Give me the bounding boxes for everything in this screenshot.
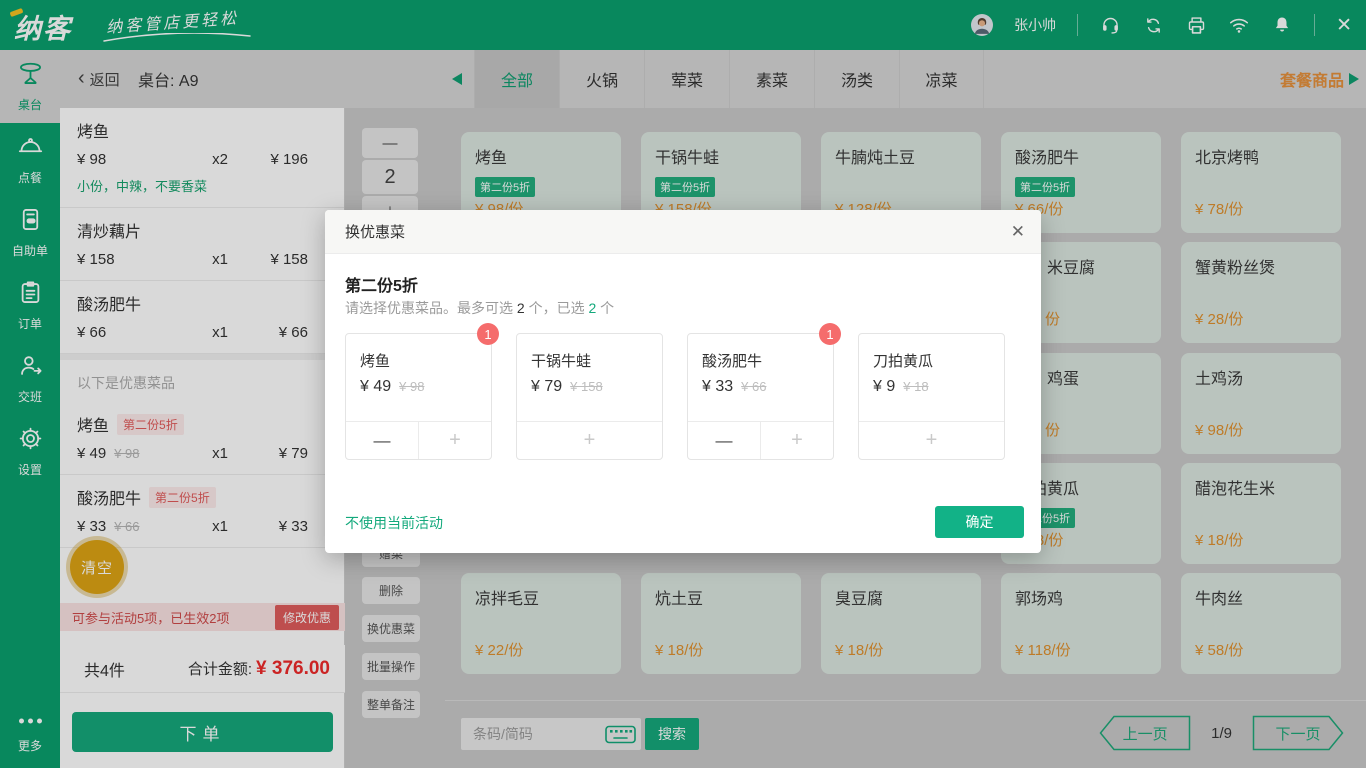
dish-price-row: ¥ 49 ¥ 98 xyxy=(360,378,424,396)
dish-discount-price: ¥ 49 xyxy=(360,378,391,396)
dish-stepper: —+ xyxy=(688,421,833,459)
dish-minus-button[interactable]: — xyxy=(688,422,760,459)
discount-dish-cards: 1烤鱼¥ 49¥ 98—+干锅牛蛙¥ 79¥ 158+1酸汤肥牛¥ 33¥ 66… xyxy=(345,333,1005,460)
desc-max-count: 2 xyxy=(517,300,525,316)
desc-prefix: 请选择优惠菜品。最多可选 xyxy=(345,300,517,316)
dish-name: 干锅牛蛙 xyxy=(531,350,591,371)
dish-price-row: ¥ 9 ¥ 18 xyxy=(873,378,929,396)
discount-dish-card[interactable]: 1烤鱼¥ 49¥ 98—+ xyxy=(345,333,492,460)
selected-count-badge: 1 xyxy=(477,323,499,345)
dish-name: 酸汤肥牛 xyxy=(702,350,762,371)
modal-title: 换优惠菜 xyxy=(345,221,405,242)
dish-stepper: —+ xyxy=(346,421,491,459)
desc-mid: 个，已选 xyxy=(525,300,589,316)
modal-header: 换优惠菜 ✕ xyxy=(325,210,1041,254)
dish-original-price: ¥ 66 xyxy=(741,379,766,394)
desc-suffix: 个 xyxy=(596,300,614,316)
dish-name: 刀拍黄瓜 xyxy=(873,350,933,371)
dish-discount-price: ¥ 9 xyxy=(873,378,895,396)
skip-activity-link[interactable]: 不使用当前活动 xyxy=(345,513,443,533)
discount-dish-card[interactable]: 1酸汤肥牛¥ 33¥ 66—+ xyxy=(687,333,834,460)
dish-plus-button[interactable]: + xyxy=(517,422,662,459)
confirm-button[interactable]: 确定 xyxy=(935,506,1024,538)
dish-original-price: ¥ 158 xyxy=(570,379,603,394)
dish-price-row: ¥ 33 ¥ 66 xyxy=(702,378,766,396)
selected-count-badge: 1 xyxy=(819,323,841,345)
swap-discount-dish-modal: 换优惠菜 ✕ 第二份5折 请选择优惠菜品。最多可选 2 个，已选 2 个 1 烤鱼… xyxy=(325,210,1041,553)
activity-name: 第二份5折 xyxy=(345,272,418,296)
dish-minus-button[interactable]: — xyxy=(346,422,418,459)
dish-original-price: ¥ 18 xyxy=(903,379,928,394)
dish-price-row: ¥ 79 ¥ 158 xyxy=(531,378,603,396)
dish-discount-price: ¥ 79 xyxy=(531,378,562,396)
discount-dish-card[interactable]: 刀拍黄瓜 ¥ 9 ¥ 18 + xyxy=(858,333,1005,460)
dish-plus-button[interactable]: + xyxy=(760,422,833,459)
discount-dish-card[interactable]: 干锅牛蛙 ¥ 79 ¥ 158 + xyxy=(516,333,663,460)
modal-description: 请选择优惠菜品。最多可选 2 个，已选 2 个 xyxy=(345,298,614,318)
dish-discount-price: ¥ 33 xyxy=(702,378,733,396)
modal-close-icon[interactable]: ✕ xyxy=(1011,222,1025,242)
dish-original-price: ¥ 98 xyxy=(399,379,424,394)
dish-stepper: + xyxy=(859,421,1004,459)
dish-stepper: + xyxy=(517,421,662,459)
dish-name: 烤鱼 xyxy=(360,350,390,371)
dish-plus-button[interactable]: + xyxy=(859,422,1004,459)
dish-plus-button[interactable]: + xyxy=(418,422,491,459)
